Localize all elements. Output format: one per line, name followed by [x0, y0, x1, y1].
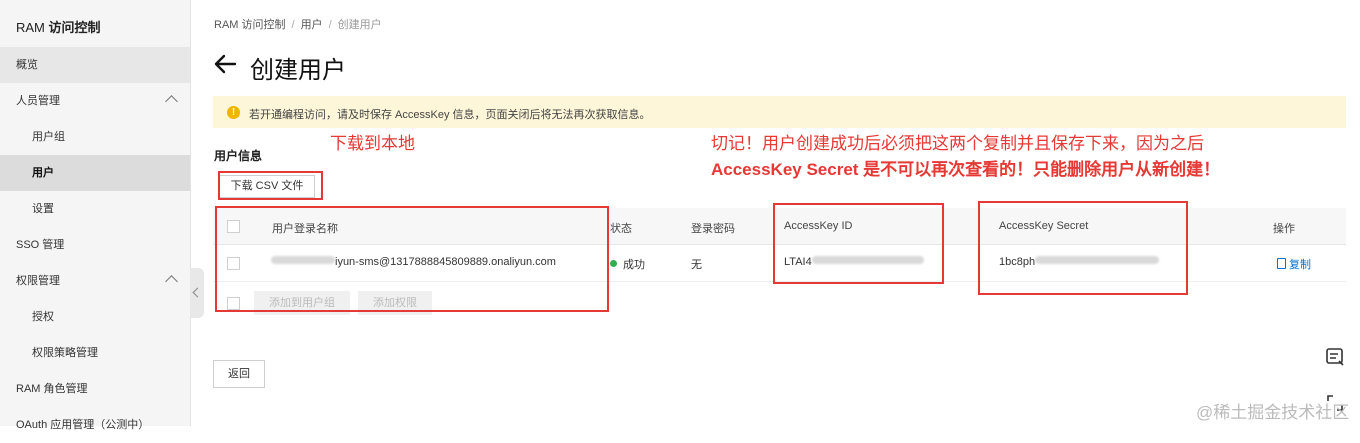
- sidebar-item-label: 权限策略管理: [32, 347, 98, 359]
- sidebar-item-settings[interactable]: 设置: [0, 191, 190, 227]
- sidebar-item-label: 授权: [32, 311, 54, 323]
- sidebar-title-main: 访问控制: [48, 20, 101, 35]
- sidebar-item-sso[interactable]: SSO 管理: [0, 227, 190, 263]
- chevron-up-icon: [165, 275, 178, 288]
- sidebar-item-label: 设置: [32, 203, 54, 215]
- sidebar-item-label: 概览: [16, 59, 38, 71]
- breadcrumb-item-users[interactable]: 用户: [301, 19, 323, 31]
- feedback-icon[interactable]: [1324, 346, 1346, 368]
- header-status: 状态: [610, 223, 632, 235]
- sidebar-collapse-handle[interactable]: [190, 268, 204, 318]
- sidebar-item-groups[interactable]: 用户组: [0, 119, 190, 155]
- sidebar-item-permissions[interactable]: 权限管理: [0, 263, 190, 299]
- success-status-icon: [610, 260, 617, 267]
- chevron-up-icon: [165, 95, 178, 108]
- sidebar-item-label: SSO 管理: [16, 239, 65, 251]
- annotation-box-user: [215, 206, 609, 312]
- notice-text: 若开通编程访问，请及时保存 AccessKey 信息，页面关闭后将无法再次获取信…: [249, 109, 651, 121]
- sidebar-item-label: OAuth 应用管理（公测中）: [16, 419, 150, 431]
- header-password: 登录密码: [691, 223, 735, 235]
- back-arrow-icon[interactable]: [212, 50, 238, 78]
- copy-icon: [1277, 258, 1286, 269]
- copy-link[interactable]: 复制: [1277, 256, 1311, 272]
- annotation-box-accesskey-secret: [978, 201, 1188, 295]
- breadcrumb-item-ram[interactable]: RAM 访问控制: [214, 19, 286, 31]
- breadcrumb: RAM 访问控制 / 用户 / 创建用户: [214, 19, 382, 31]
- header-actions: 操作: [1273, 223, 1295, 235]
- sidebar-item-oauth[interactable]: OAuth 应用管理（公测中）: [0, 407, 190, 443]
- annotation-warning-line1: 切记！用户创建成功后必须把这两个复制并且保存下来，因为之后: [711, 134, 1204, 153]
- status-text: 成功: [623, 259, 645, 271]
- warning-icon: !: [227, 106, 240, 119]
- annotation-box-accesskey-id: [773, 203, 944, 284]
- copy-label: 复制: [1289, 259, 1311, 271]
- section-title: 用户信息: [214, 149, 263, 163]
- annotation-download-note: 下载到本地: [330, 134, 415, 153]
- sidebar-item-label: 用户: [32, 167, 54, 179]
- page-title: 创建用户: [250, 57, 346, 84]
- sidebar-item-label: 权限管理: [16, 275, 60, 287]
- sidebar-item-grants[interactable]: 授权: [0, 299, 190, 335]
- back-button[interactable]: 返回: [213, 360, 265, 388]
- annotation-warning-line2: AccessKey Secret 是不可以再次查看的！只能删除用户从新创建！: [711, 160, 1221, 179]
- breadcrumb-item-current: 创建用户: [337, 19, 382, 31]
- sidebar-item-overview[interactable]: 概览: [0, 47, 190, 83]
- sidebar-item-label: 用户组: [32, 131, 65, 143]
- sidebar-item-label: RAM 角色管理: [16, 383, 88, 395]
- sidebar-item-roles[interactable]: RAM 角色管理: [0, 371, 190, 407]
- sidebar-item-policies[interactable]: 权限策略管理: [0, 335, 190, 371]
- watermark: @稀土掘金技术社区: [1196, 403, 1350, 422]
- warning-notice: ! 若开通编程访问，请及时保存 AccessKey 信息，页面关闭后将无法再次获…: [213, 96, 1346, 128]
- sidebar-item-users[interactable]: 用户: [0, 155, 190, 191]
- password-cell: 无: [691, 259, 702, 271]
- sidebar-item-people[interactable]: 人员管理: [0, 83, 190, 119]
- sidebar: RAM 访问控制 概览 人员管理 用户组 用户 设置 SSO 管理 权限管理 授…: [0, 0, 191, 431]
- sidebar-item-label: 人员管理: [16, 95, 60, 107]
- sidebar-title-prefix: RAM: [16, 20, 45, 35]
- annotation-box-csv: [218, 171, 323, 200]
- sidebar-title: RAM 访问控制: [16, 17, 101, 36]
- status-cell: 成功: [610, 256, 645, 272]
